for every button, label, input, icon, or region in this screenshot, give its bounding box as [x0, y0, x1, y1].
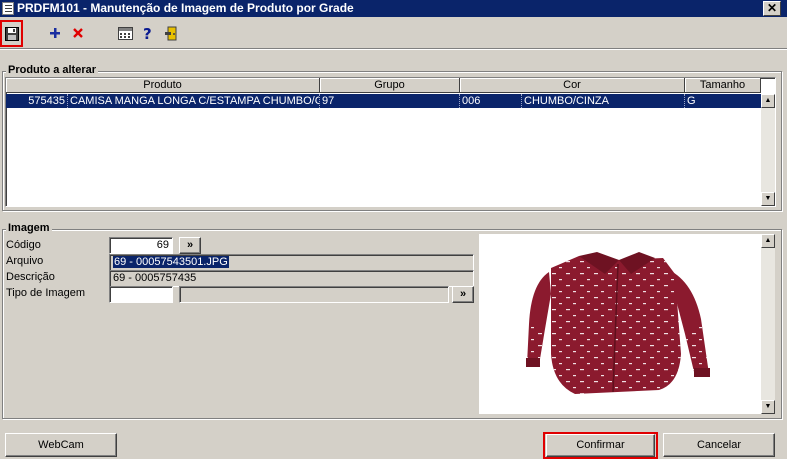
cell-cor-codigo: 006: [460, 94, 522, 108]
column-header-tamanho[interactable]: Tamanho: [685, 78, 761, 93]
calculator-icon: [117, 26, 133, 40]
imagem-group-title: Imagem: [6, 222, 52, 234]
delete-button[interactable]: [67, 22, 89, 44]
scroll-down-button[interactable]: ▼: [761, 192, 775, 206]
save-button[interactable]: [0, 20, 23, 47]
descricao-label: Descrição: [6, 271, 55, 283]
image-vertical-scrollbar[interactable]: ▲ ▼: [761, 234, 775, 414]
cell-codigo: 575435: [6, 94, 68, 108]
webcam-button[interactable]: WebCam: [5, 433, 117, 457]
image-scroll-up-button[interactable]: ▲: [761, 234, 775, 248]
produto-group-title: Produto a alterar: [6, 64, 99, 76]
save-icon: [4, 26, 19, 41]
tipo-imagem-label: Tipo de Imagem: [6, 287, 86, 299]
add-icon: [50, 28, 60, 38]
codigo-lookup-button[interactable]: »: [179, 237, 201, 254]
arquivo-selected-text: 69 - 00057543501.JPG: [113, 256, 229, 268]
scroll-up-button[interactable]: ▲: [761, 94, 775, 108]
toolbar-separator: [0, 48, 787, 50]
window-title: PRDFM101 - Manutenção de Imagem de Produ…: [17, 1, 354, 15]
confirmar-highlight: Confirmar: [543, 432, 658, 459]
table-row[interactable]: 575435 CAMISA MANGA LONGA C/ESTAMPA CHUM…: [6, 94, 761, 108]
exit-door-icon: [165, 26, 177, 40]
tipo-imagem-description: [179, 286, 449, 303]
cell-tamanho: G: [687, 95, 696, 107]
image-scroll-down-button[interactable]: ▼: [761, 400, 775, 414]
column-header-produto[interactable]: Produto: [6, 78, 320, 93]
arquivo-label: Arquivo: [6, 255, 44, 267]
help-icon: ?: [143, 26, 152, 41]
help-button[interactable]: ?: [137, 22, 159, 44]
arquivo-field[interactable]: 69 - 00057543501.JPG: [109, 254, 474, 271]
app-icon: [2, 2, 14, 15]
title-bar: PRDFM101 - Manutenção de Imagem de Produ…: [0, 0, 787, 17]
grid-vertical-scrollbar[interactable]: ▲ ▼: [761, 94, 775, 206]
tipo-imagem-lookup-button[interactable]: »: [452, 286, 474, 303]
cell-grupo: 97: [320, 94, 460, 108]
codigo-label: Código: [6, 239, 41, 251]
calculator-button[interactable]: [114, 22, 136, 44]
tipo-imagem-field[interactable]: [109, 286, 173, 303]
cell-produto: CAMISA MANGA LONGA C/ESTAMPA CHUMBO/CIN: [70, 94, 320, 108]
confirmar-button[interactable]: Confirmar: [546, 434, 655, 457]
cancelar-button[interactable]: Cancelar: [663, 433, 775, 457]
column-header-grupo[interactable]: Grupo: [320, 78, 460, 93]
add-button[interactable]: [44, 22, 66, 44]
close-button[interactable]: ✕: [763, 1, 781, 16]
svg-text:?: ?: [143, 26, 152, 41]
codigo-field[interactable]: 69: [109, 237, 173, 254]
shirt-image: [526, 252, 710, 394]
delete-icon: [73, 28, 83, 38]
produto-grid[interactable]: Produto Grupo Cor Tamanho 575435 CAMISA …: [5, 77, 776, 207]
product-image-preview: [479, 234, 761, 414]
column-header-cor[interactable]: Cor: [460, 78, 685, 93]
descricao-field[interactable]: 69 - 0005757435: [109, 270, 474, 287]
exit-button[interactable]: [161, 22, 183, 44]
cell-cor: CHUMBO/CINZA: [522, 94, 685, 108]
